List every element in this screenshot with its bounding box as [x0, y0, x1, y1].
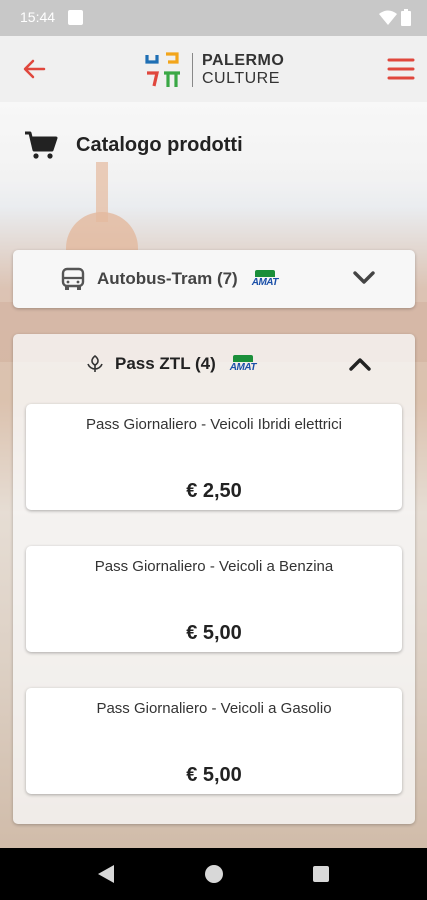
amat-logo-text: AMAT [229, 362, 257, 373]
palermo-culture-logo: PALERMO CULTURE [144, 50, 284, 90]
logo-text-palermo: PALERMO [202, 52, 285, 69]
logo-divider [192, 53, 193, 87]
amat-logo-text: AMAT [251, 277, 279, 288]
chevron-up-icon[interactable] [349, 356, 371, 372]
category-pass-ztl: Pass ZTL (4) AMAT Pass Giornaliero - Vei… [13, 334, 415, 824]
leaf-icon [87, 354, 103, 372]
category-label: Pass ZTL (4) [115, 354, 216, 373]
app-bar: PALERMO CULTURE [0, 36, 427, 102]
hamburger-menu-icon[interactable] [387, 55, 415, 83]
product-price: € 2,50 [186, 480, 242, 502]
back-arrow-icon[interactable] [20, 55, 48, 83]
amat-logo: AMAT [230, 355, 256, 373]
logo-mark-icon [145, 52, 180, 87]
product-card[interactable]: Pass Giornaliero - Veicoli Ibridi elettr… [26, 404, 402, 510]
product-name: Pass Giornaliero - Veicoli Ibridi elettr… [86, 416, 342, 433]
category-label: Autobus-Tram (7) [97, 269, 238, 288]
product-price: € 5,00 [186, 764, 242, 786]
nav-home-icon[interactable] [205, 865, 223, 883]
bus-icon [61, 267, 85, 290]
chevron-down-icon[interactable] [353, 270, 375, 286]
category-pass-ztl-header[interactable]: Pass ZTL (4) AMAT [85, 354, 256, 374]
nav-back-icon[interactable] [97, 864, 115, 884]
amat-logo-bar [232, 355, 253, 362]
battery-icon [401, 9, 411, 26]
cart-icon [25, 131, 58, 159]
logo-text-culture: CULTURE [202, 70, 280, 87]
nav-recents-icon[interactable] [313, 866, 329, 882]
status-icons [379, 9, 411, 26]
wifi-icon [379, 10, 397, 25]
status-time: 15:44 [20, 9, 56, 25]
product-card[interactable]: Pass Giornaliero - Veicoli a Benzina € 5… [26, 546, 402, 652]
category-autobus-tram[interactable]: Autobus-Tram (7) AMAT [13, 250, 415, 308]
product-name: Pass Giornaliero - Veicoli a Benzina [94, 558, 334, 575]
catalog-header: Catalogo prodotti [24, 130, 243, 160]
system-nav-bar [0, 848, 427, 900]
amat-logo: AMAT [252, 270, 278, 288]
product-price: € 5,00 [186, 622, 242, 644]
product-name: Pass Giornaliero - Veicoli a Gasolio [96, 700, 332, 717]
notification-icon [68, 10, 83, 25]
status-bar: 15:44 [0, 0, 427, 36]
catalog-title: Catalogo prodotti [76, 133, 243, 156]
amat-logo-bar [254, 270, 275, 277]
product-card[interactable]: Pass Giornaliero - Veicoli a Gasolio € 5… [26, 688, 402, 794]
